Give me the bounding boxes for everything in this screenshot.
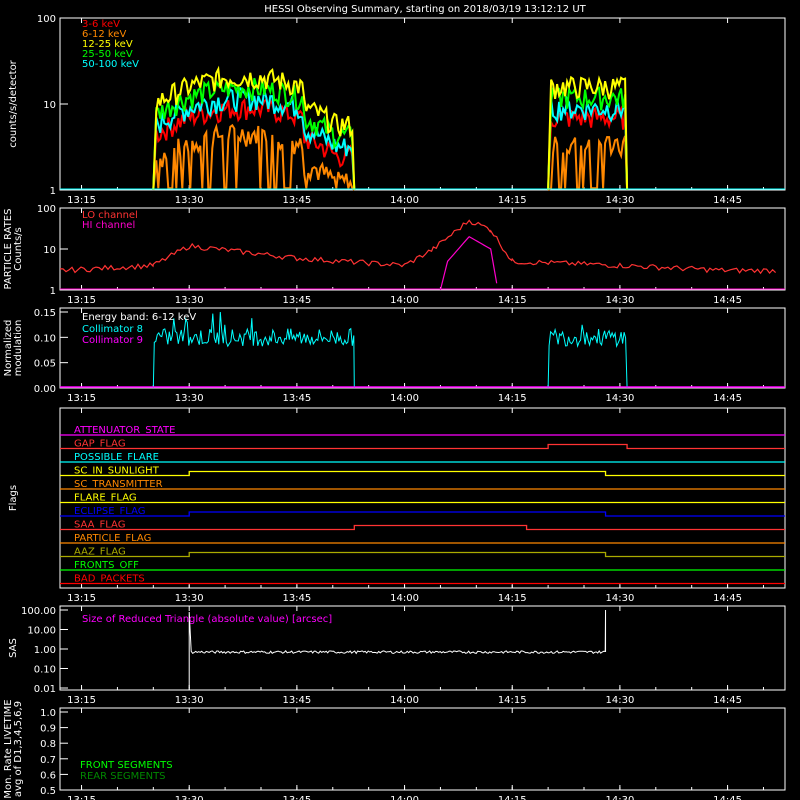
x-tick-label: 13:15 [67, 195, 96, 206]
y-axis-label: SAS [8, 638, 19, 658]
y-axis-label: Flags [8, 485, 19, 511]
x-tick-label: 13:45 [282, 695, 311, 706]
y-tick-label: 1.00 [34, 645, 56, 656]
x-tick-label: 14:45 [713, 295, 742, 306]
y-tick-label: 1 [50, 186, 56, 197]
y-label-text: avg of D1,3,4,5,6,9 [13, 701, 24, 797]
y-tick-label: 1.0 [40, 708, 56, 719]
x-tick-label: 13:45 [282, 593, 311, 604]
y-label-text: SAS [8, 638, 19, 658]
chart-title: HESSI Observing Summary, starting on 201… [264, 4, 586, 15]
y-label-text: Counts/s [13, 227, 24, 271]
x-tick-label: 14:45 [713, 795, 742, 800]
x-tick-label: 13:30 [175, 695, 204, 706]
y-axis-label: counts/s/detector [8, 59, 19, 147]
legend-entry: Collimator 8 [82, 324, 143, 335]
y-tick-label: 0.7 [40, 755, 56, 766]
annotation: Size of Reduced Triangle (absolute value… [82, 614, 332, 625]
x-tick-label: 14:15 [498, 795, 527, 800]
x-tick-label: 14:00 [390, 393, 419, 404]
x-tick-label: 13:30 [175, 393, 204, 404]
x-tick-label: 13:45 [282, 195, 311, 206]
x-tick-label: 14:30 [605, 393, 634, 404]
y-axis-label: Mon. Rate LIVETIME avg of D1,3,4,5,6,9 [3, 699, 24, 798]
y-label-text: modulation [13, 320, 24, 377]
y-tick-label: 1 [50, 286, 56, 297]
x-tick-label: 14:00 [390, 593, 419, 604]
x-tick-label: 13:15 [67, 295, 96, 306]
y-tick-label: 0.15 [34, 308, 56, 319]
x-tick-label: 14:30 [605, 795, 634, 800]
y-tick-label: 0.6 [40, 770, 56, 781]
x-tick-label: 13:15 [67, 795, 96, 800]
x-tick-label: 14:15 [498, 195, 527, 206]
legend-entry: FRONT SEGMENTS [80, 760, 173, 771]
x-tick-label: 14:30 [605, 195, 634, 206]
y-axis-label: Normalized modulation [3, 320, 24, 377]
x-tick-label: 14:00 [390, 695, 419, 706]
annotation: Energy band: 6-12 keV [82, 312, 196, 323]
y-tick-label: 100 [37, 14, 56, 25]
x-tick-label: 14:45 [713, 195, 742, 206]
x-tick-label: 14:00 [390, 195, 419, 206]
hessi-summary-chart: HESSI Observing Summary, starting on 201… [0, 0, 800, 800]
x-tick-label: 13:30 [175, 593, 204, 604]
x-tick-label: 14:00 [390, 795, 419, 800]
y-tick-label: 0.8 [40, 739, 56, 750]
x-tick-label: 13:45 [282, 795, 311, 800]
x-tick-label: 13:15 [67, 695, 96, 706]
x-tick-label: 13:45 [282, 393, 311, 404]
x-tick-label: 14:30 [605, 695, 634, 706]
x-tick-label: 13:15 [67, 593, 96, 604]
x-tick-label: 14:45 [713, 393, 742, 404]
x-tick-label: 14:15 [498, 295, 527, 306]
legend-entry: HI channel [82, 220, 135, 231]
legend-entry: 50-100 keV [82, 59, 139, 70]
legend-entry: REAR SEGMENTS [80, 771, 166, 782]
x-tick-label: 14:15 [498, 393, 527, 404]
y-tick-label: 0.01 [34, 684, 56, 695]
y-label-text: counts/s/detector [8, 59, 19, 147]
x-tick-label: 13:45 [282, 295, 311, 306]
y-tick-label: 0.05 [34, 359, 56, 370]
y-tick-label: 100.00 [21, 606, 56, 617]
y-tick-label: 10.00 [27, 626, 56, 637]
y-tick-label: 10 [43, 245, 56, 256]
x-tick-label: 14:45 [713, 695, 742, 706]
y-tick-label: 0.00 [34, 384, 56, 395]
x-tick-label: 14:00 [390, 295, 419, 306]
x-tick-label: 14:30 [605, 593, 634, 604]
x-tick-label: 14:30 [605, 295, 634, 306]
y-tick-label: 0.5 [40, 786, 56, 797]
y-label-text: Flags [8, 485, 19, 511]
legend-entry: Collimator 9 [82, 335, 143, 346]
x-tick-label: 14:15 [498, 593, 527, 604]
x-tick-label: 13:30 [175, 795, 204, 800]
y-tick-label: 10 [43, 100, 56, 111]
x-tick-label: 14:45 [713, 593, 742, 604]
x-tick-label: 13:15 [67, 393, 96, 404]
x-tick-label: 13:30 [175, 295, 204, 306]
y-tick-label: 100 [37, 204, 56, 215]
y-tick-label: 0.9 [40, 724, 56, 735]
y-tick-label: 0.10 [34, 665, 56, 676]
x-tick-label: 14:15 [498, 695, 527, 706]
x-tick-label: 13:30 [175, 195, 204, 206]
y-tick-label: 0.10 [34, 333, 56, 344]
